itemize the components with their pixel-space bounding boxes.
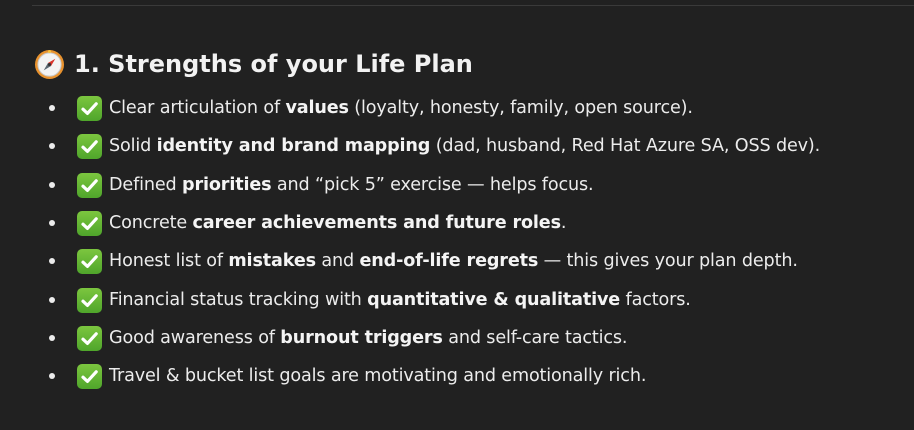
section-heading-text: 1. Strengths of your Life Plan bbox=[74, 50, 473, 78]
section-heading: 1. Strengths of your Life Plan bbox=[34, 48, 473, 80]
list-item: Good awareness of burnout triggers and s… bbox=[44, 319, 914, 357]
list-item-text: Solid identity and brand mapping (dad, h… bbox=[109, 136, 821, 157]
list-item: Concrete career achievements and future … bbox=[44, 204, 914, 242]
check-mark-button-icon bbox=[77, 249, 102, 275]
compass-icon bbox=[34, 49, 65, 80]
list-item-text: Good awareness of burnout triggers and s… bbox=[109, 327, 628, 348]
list-item: Financial status tracking with quantitat… bbox=[44, 280, 914, 318]
list-item-text: Travel & bucket list goals are motivatin… bbox=[109, 366, 647, 387]
bullet-dot bbox=[49, 258, 55, 265]
list-item-text: Defined priorities and “pick 5” exercise… bbox=[109, 174, 594, 195]
check-mark-button-icon bbox=[77, 134, 102, 160]
check-mark-button-icon bbox=[77, 172, 102, 198]
check-mark-button-icon bbox=[77, 211, 102, 237]
check-mark-button-icon bbox=[77, 364, 102, 390]
bullet-dot bbox=[49, 105, 55, 112]
list-item-text: Financial status tracking with quantitat… bbox=[109, 289, 691, 310]
list-item: Honest list of mistakes and end-of-life … bbox=[44, 242, 914, 280]
list-item: Defined priorities and “pick 5” exercise… bbox=[44, 166, 914, 204]
strengths-list: Clear articulation of values (loyalty, h… bbox=[44, 89, 914, 395]
bullet-dot bbox=[49, 334, 55, 341]
list-item-text: Concrete career achievements and future … bbox=[109, 213, 567, 234]
list-item-text: Clear articulation of values (loyalty, h… bbox=[109, 98, 693, 119]
check-mark-button-icon bbox=[77, 96, 102, 122]
bullet-dot bbox=[49, 181, 55, 188]
list-item: Clear articulation of values (loyalty, h… bbox=[44, 89, 914, 127]
top-divider bbox=[32, 5, 914, 6]
bullet-dot bbox=[49, 373, 55, 380]
bullet-dot bbox=[49, 220, 55, 227]
bullet-dot bbox=[49, 143, 55, 150]
list-item: Travel & bucket list goals are motivatin… bbox=[44, 357, 914, 395]
list-item: Solid identity and brand mapping (dad, h… bbox=[44, 127, 914, 165]
bullet-dot bbox=[49, 296, 55, 303]
check-mark-button-icon bbox=[77, 287, 102, 313]
list-item-text: Honest list of mistakes and end-of-life … bbox=[109, 251, 798, 272]
check-mark-button-icon bbox=[77, 325, 102, 351]
